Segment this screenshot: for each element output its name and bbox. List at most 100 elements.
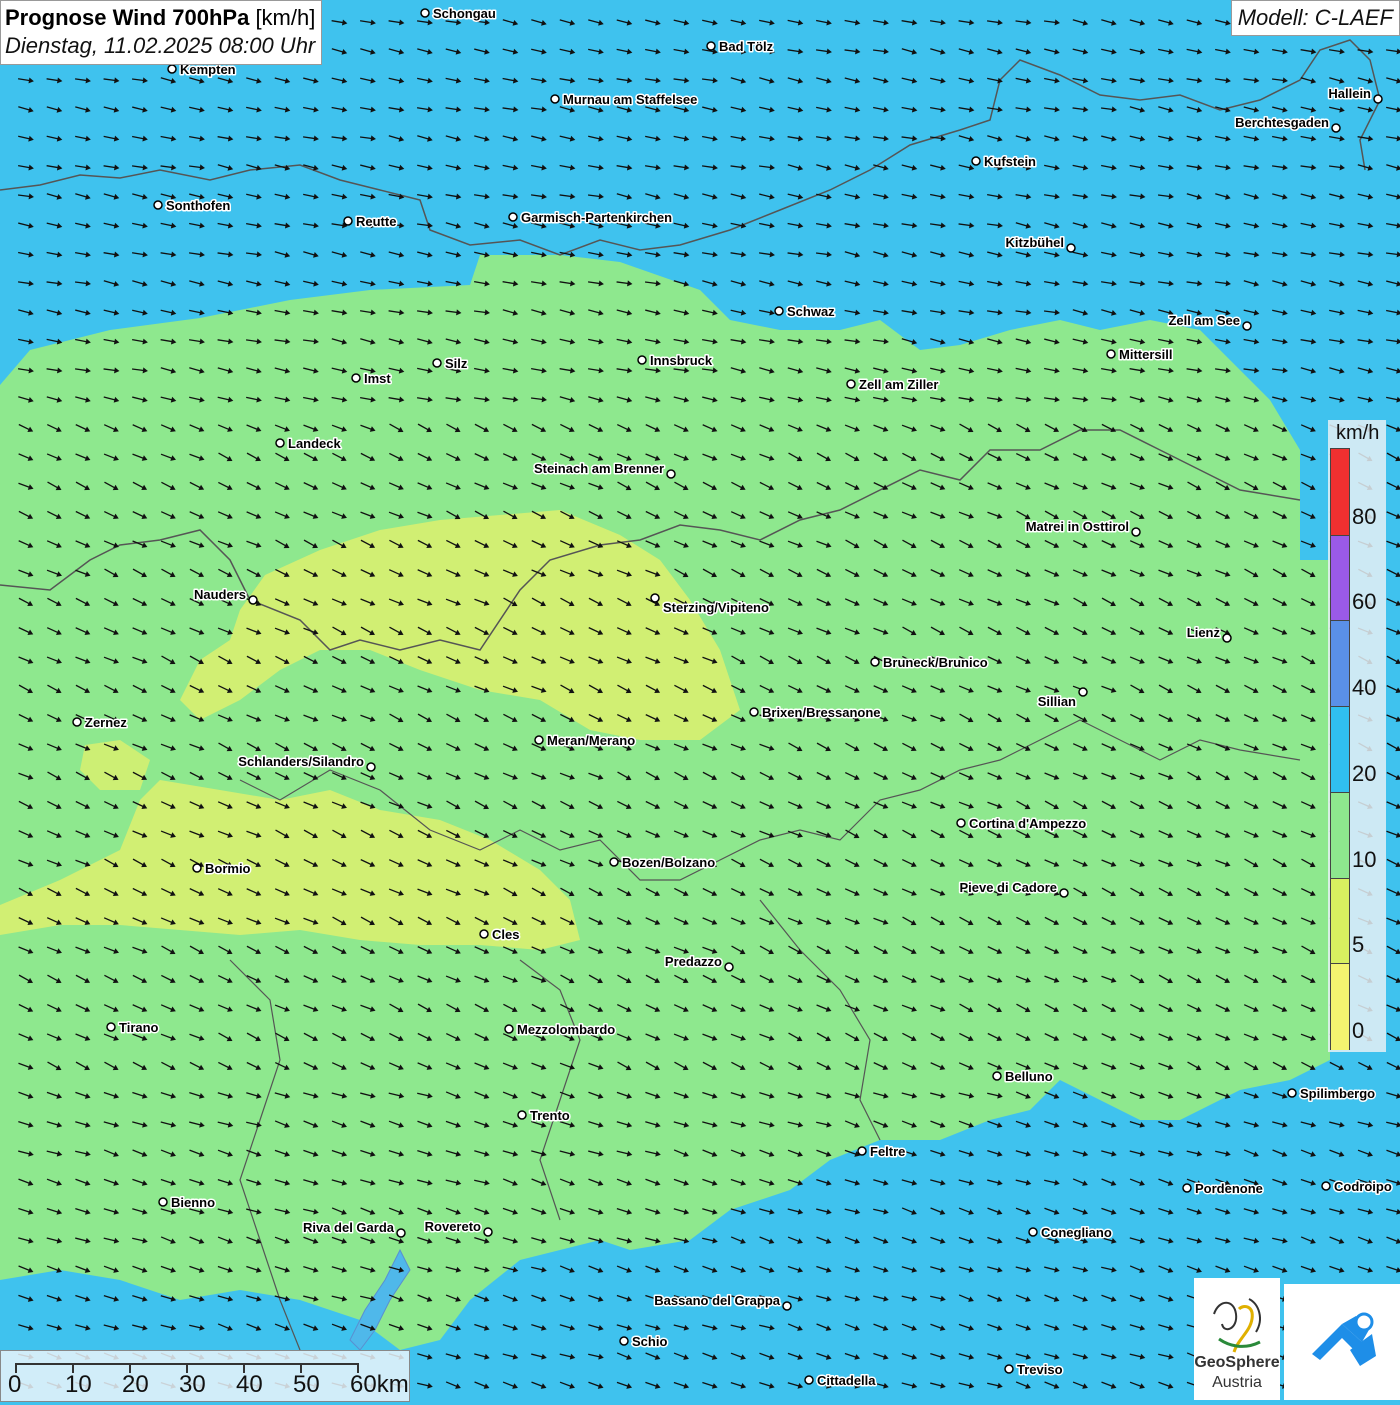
legend-segment — [1331, 449, 1349, 535]
city-label: Riva del Garda — [303, 1220, 395, 1235]
city-marker: Bozen/Bolzano — [609, 854, 717, 872]
city-dot — [870, 657, 880, 667]
city-dot — [637, 355, 647, 365]
city-dot — [774, 306, 784, 316]
city-dot — [992, 1071, 1002, 1081]
city-label: Innsbruck — [650, 353, 713, 368]
scale-label: 60km — [350, 1371, 409, 1398]
legend-segment — [1331, 620, 1349, 708]
city-marker: Cortina d'Ampezzo — [956, 815, 1088, 833]
legend-color-bar — [1330, 448, 1350, 1050]
city-label: Spilimbergo — [1300, 1086, 1375, 1101]
geosphere-name: GeoSphere — [1194, 1354, 1280, 1371]
city-label: Bassano del Grappa — [654, 1293, 780, 1308]
city-dot — [666, 469, 676, 479]
city-label: Brixen/Bressanone — [762, 705, 881, 720]
city-dot — [432, 358, 442, 368]
color-legend: km/h 80 60 40 20 10 5 0 — [1328, 420, 1386, 1052]
city-dot — [158, 1197, 168, 1207]
city-dot — [650, 593, 660, 603]
city-marker: Murnau am Staffelsee — [550, 91, 699, 109]
city-marker: Conegliano — [1028, 1224, 1113, 1242]
city-marker: Schongau — [420, 5, 497, 23]
city-label: Berchtesgaden — [1235, 115, 1329, 130]
city-dot — [248, 595, 258, 605]
city-marker: Mezzolombardo — [504, 1021, 617, 1039]
city-marker: Riva del Garda — [301, 1219, 406, 1238]
map-title: Prognose Wind 700hPa [km/h] — [5, 4, 315, 32]
city-label: Kufstein — [984, 154, 1036, 169]
city-label: Predazzo — [665, 954, 722, 969]
city-label: Belluno — [1005, 1069, 1053, 1084]
city-label: Schlanders/Silandro — [238, 754, 364, 769]
scale-label: 30 — [179, 1371, 206, 1398]
map-title-bold: Prognose Wind 700hPa — [5, 5, 250, 30]
city-dot — [366, 762, 376, 772]
city-label: Treviso — [1017, 1362, 1063, 1377]
city-marker: Steinach am Brenner — [532, 460, 676, 479]
city-label: Cortina d'Ampezzo — [969, 816, 1086, 831]
wind-map: SchongauBad TölzKemptenMurnau am Staffel… — [0, 0, 1400, 1400]
city-dot — [351, 373, 361, 383]
scale-label: 0 — [8, 1371, 22, 1398]
city-label: Bozen/Bolzano — [622, 855, 715, 870]
legend-label: 20 — [1352, 760, 1377, 786]
city-label: Matrei in Osttirol — [1026, 519, 1129, 534]
city-label: Imst — [364, 371, 391, 386]
city-marker: Brixen/Bressanone — [749, 704, 882, 722]
city-marker: Spilimbergo — [1287, 1085, 1377, 1103]
city-label: Mittersill — [1119, 347, 1172, 362]
city-dot — [804, 1375, 814, 1385]
geosphere-country: Austria — [1212, 1374, 1262, 1391]
city-dot — [1222, 633, 1232, 643]
city-label: Feltre — [870, 1144, 905, 1159]
city-marker: Bruneck/Brunico — [870, 654, 989, 672]
city-label: Garmisch-Partenkirchen — [521, 210, 672, 225]
city-label: Schio — [632, 1334, 667, 1349]
city-label: Mezzolombardo — [517, 1022, 615, 1037]
legend-segment — [1331, 706, 1349, 793]
city-label: Codroipo — [1334, 1179, 1392, 1194]
city-label: Schongau — [433, 6, 496, 21]
city-dot — [343, 216, 353, 226]
city-dot — [1373, 94, 1383, 104]
city-label: Schwaz — [787, 304, 835, 319]
city-dot — [1059, 888, 1069, 898]
legend-segment — [1331, 534, 1349, 622]
city-dot — [1028, 1227, 1038, 1237]
title-box: Prognose Wind 700hPa [km/h] Dienstag, 11… — [0, 0, 323, 65]
city-dot — [706, 41, 716, 51]
city-dot — [846, 379, 856, 389]
city-dot — [1182, 1183, 1192, 1193]
forecast-datetime: Dienstag, 11.02.2025 08:00 Uhr — [5, 33, 316, 58]
city-dot — [1066, 243, 1076, 253]
city-marker: Berchtesgaden — [1234, 114, 1341, 133]
city-dot — [1287, 1088, 1297, 1098]
city-marker: Pordenone — [1182, 1180, 1264, 1198]
city-dot — [275, 438, 285, 448]
city-label: Landeck — [288, 436, 342, 451]
city-label: Steinach am Brenner — [534, 461, 664, 476]
city-label: Sonthofen — [166, 198, 230, 213]
scale-label: 50 — [293, 1371, 320, 1398]
city-label: Rovereto — [425, 1219, 481, 1234]
city-label: Tirano — [119, 1020, 159, 1035]
city-dot — [971, 156, 981, 166]
city-dot — [1106, 349, 1116, 359]
city-dot — [782, 1301, 792, 1311]
city-marker: Pieve di Cadore — [958, 879, 1069, 898]
city-dot — [517, 1110, 527, 1120]
city-label: Reutte — [356, 214, 396, 229]
city-dot — [1242, 321, 1252, 331]
city-dot — [956, 818, 966, 828]
city-dot — [396, 1228, 406, 1238]
model-label: Modell: C-LAEF — [1230, 0, 1400, 36]
city-dot — [1131, 527, 1141, 537]
city-dot — [1078, 687, 1088, 697]
legend-label: 5 — [1352, 932, 1365, 958]
city-label: Zernez — [85, 715, 127, 730]
geosphere-logo: GeoSphere Austria — [1194, 1278, 1280, 1400]
city-label: Zell am See — [1168, 313, 1240, 328]
city-dot — [508, 212, 518, 222]
city-label: Bruneck/Brunico — [883, 655, 988, 670]
